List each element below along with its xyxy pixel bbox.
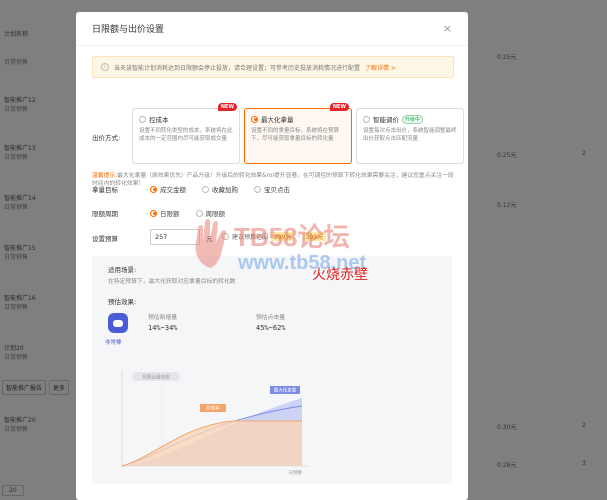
metric2-value: 45%~62%: [256, 324, 286, 332]
new-badge: NEW: [329, 103, 349, 111]
robot-label: 非常棒: [105, 340, 122, 346]
watermark-text-1: TB58论坛: [234, 222, 350, 252]
strategy-title: 最大化拿量: [261, 116, 294, 124]
max-label-text: 最大化拿量: [274, 387, 297, 394]
goal-options: 成交金额 收藏加购 宝贝点击: [150, 184, 290, 194]
radio-selected-icon[interactable]: [150, 185, 157, 193]
cost-label-text: 控成本: [206, 405, 220, 412]
strategy-maximize[interactable]: NEW 最大化拿量 设置不同的拿量目标，系统将在预算下，尽可能获取拿量目标的转化…: [244, 103, 352, 164]
upgrade-tag: 升级中: [402, 114, 424, 124]
effect-panel: 适用场景: 在特定预算下，最大化获取对应拿量目标的转化数 预估效果: 非常棒 预…: [92, 256, 452, 484]
radio-icon[interactable]: [195, 209, 203, 217]
strategy-desc: 设置每次点击出价，系统智能调整最终出价获取点击匹配流量: [363, 128, 457, 142]
radio-icon[interactable]: [202, 185, 209, 193]
x-axis-label: 日预算: [289, 469, 303, 476]
effect-chart-svg: 预算设置范围 控成本 最大化拿量 日预算: [121, 370, 308, 476]
period-label: 限额周期: [92, 210, 118, 218]
radio-icon[interactable]: [363, 115, 370, 123]
new-badge: NEW: [217, 103, 237, 111]
watermark-text-3: 火烧赤壁: [312, 266, 368, 282]
strategy-desc: 设置不同转化类型的成本，系统将在此成本的一定范围内尽可能获取成交量: [139, 128, 233, 142]
strategy-smart-bid[interactable]: 智能调价 升级中 设置每次点击出价，系统智能调整最终出价获取点击匹配流量: [356, 108, 464, 164]
period-option-weekly[interactable]: 周限额: [195, 208, 225, 218]
goal-label: 拿量目标: [92, 186, 118, 194]
metric2-label: 预估点击量: [256, 315, 285, 321]
series-cost-area: [122, 421, 302, 466]
scene-title: 适用场景:: [108, 266, 137, 274]
radio-selected-icon[interactable]: [251, 115, 258, 123]
scene-desc: 在特定预算下，最大化获取对应拿量目标的转化数: [108, 279, 236, 285]
notice-banner: i 当天该智能计划消耗达到日限额会停止投放，请合理设置；可参考历史投放消耗情况进…: [92, 56, 454, 78]
effect-chart: 预算设置范围 控成本 最大化拿量 日预算: [112, 366, 312, 478]
notice-text: 当天该智能计划消耗达到日限额会停止投放，请合理设置；可参考历史投放消耗情况进行配…: [114, 64, 361, 72]
period-option-daily[interactable]: 日限额: [150, 208, 180, 218]
radio-icon[interactable]: [254, 185, 261, 193]
budget-label: 设置预算: [92, 235, 118, 243]
watermark-hand-logo: [195, 219, 227, 268]
legend-top-text: 预算设置范围: [143, 374, 170, 381]
metric1-value: 14%~34%: [148, 324, 178, 332]
strategy-title: 智能调价: [373, 116, 399, 124]
strategy-title: 控成本: [149, 116, 169, 124]
info-icon: i: [101, 63, 109, 71]
learn-more-link[interactable]: 了解详情 >: [365, 63, 396, 72]
close-icon[interactable]: ×: [443, 22, 452, 35]
strategy-desc: 设置不同的拿量目标，系统将在预算下，尽可能获取拿量目标的转化量: [251, 128, 340, 142]
modal-header: 日限额与出价设置 ×: [76, 12, 468, 46]
metric1-label: 预估新增量: [148, 315, 177, 321]
bid-method-label: 出价方式:: [92, 134, 121, 142]
strategy-control-cost[interactable]: NEW 控成本 设置不同转化类型的成本，系统将在此成本的一定范围内尽可能获取成交…: [132, 103, 240, 164]
radio-icon[interactable]: [139, 115, 146, 123]
period-options: 日限额 周限额: [150, 208, 225, 218]
robot-icon: [108, 313, 128, 333]
goal-option-fav[interactable]: 收藏加购: [202, 184, 238, 194]
goal-option-click[interactable]: 宝贝点击: [254, 184, 290, 194]
effect-title: 预估效果:: [108, 298, 137, 306]
goal-option-gmv[interactable]: 成交金额: [150, 184, 186, 194]
modal-title: 日限额与出价设置: [92, 25, 165, 35]
radio-selected-icon[interactable]: [150, 209, 157, 217]
